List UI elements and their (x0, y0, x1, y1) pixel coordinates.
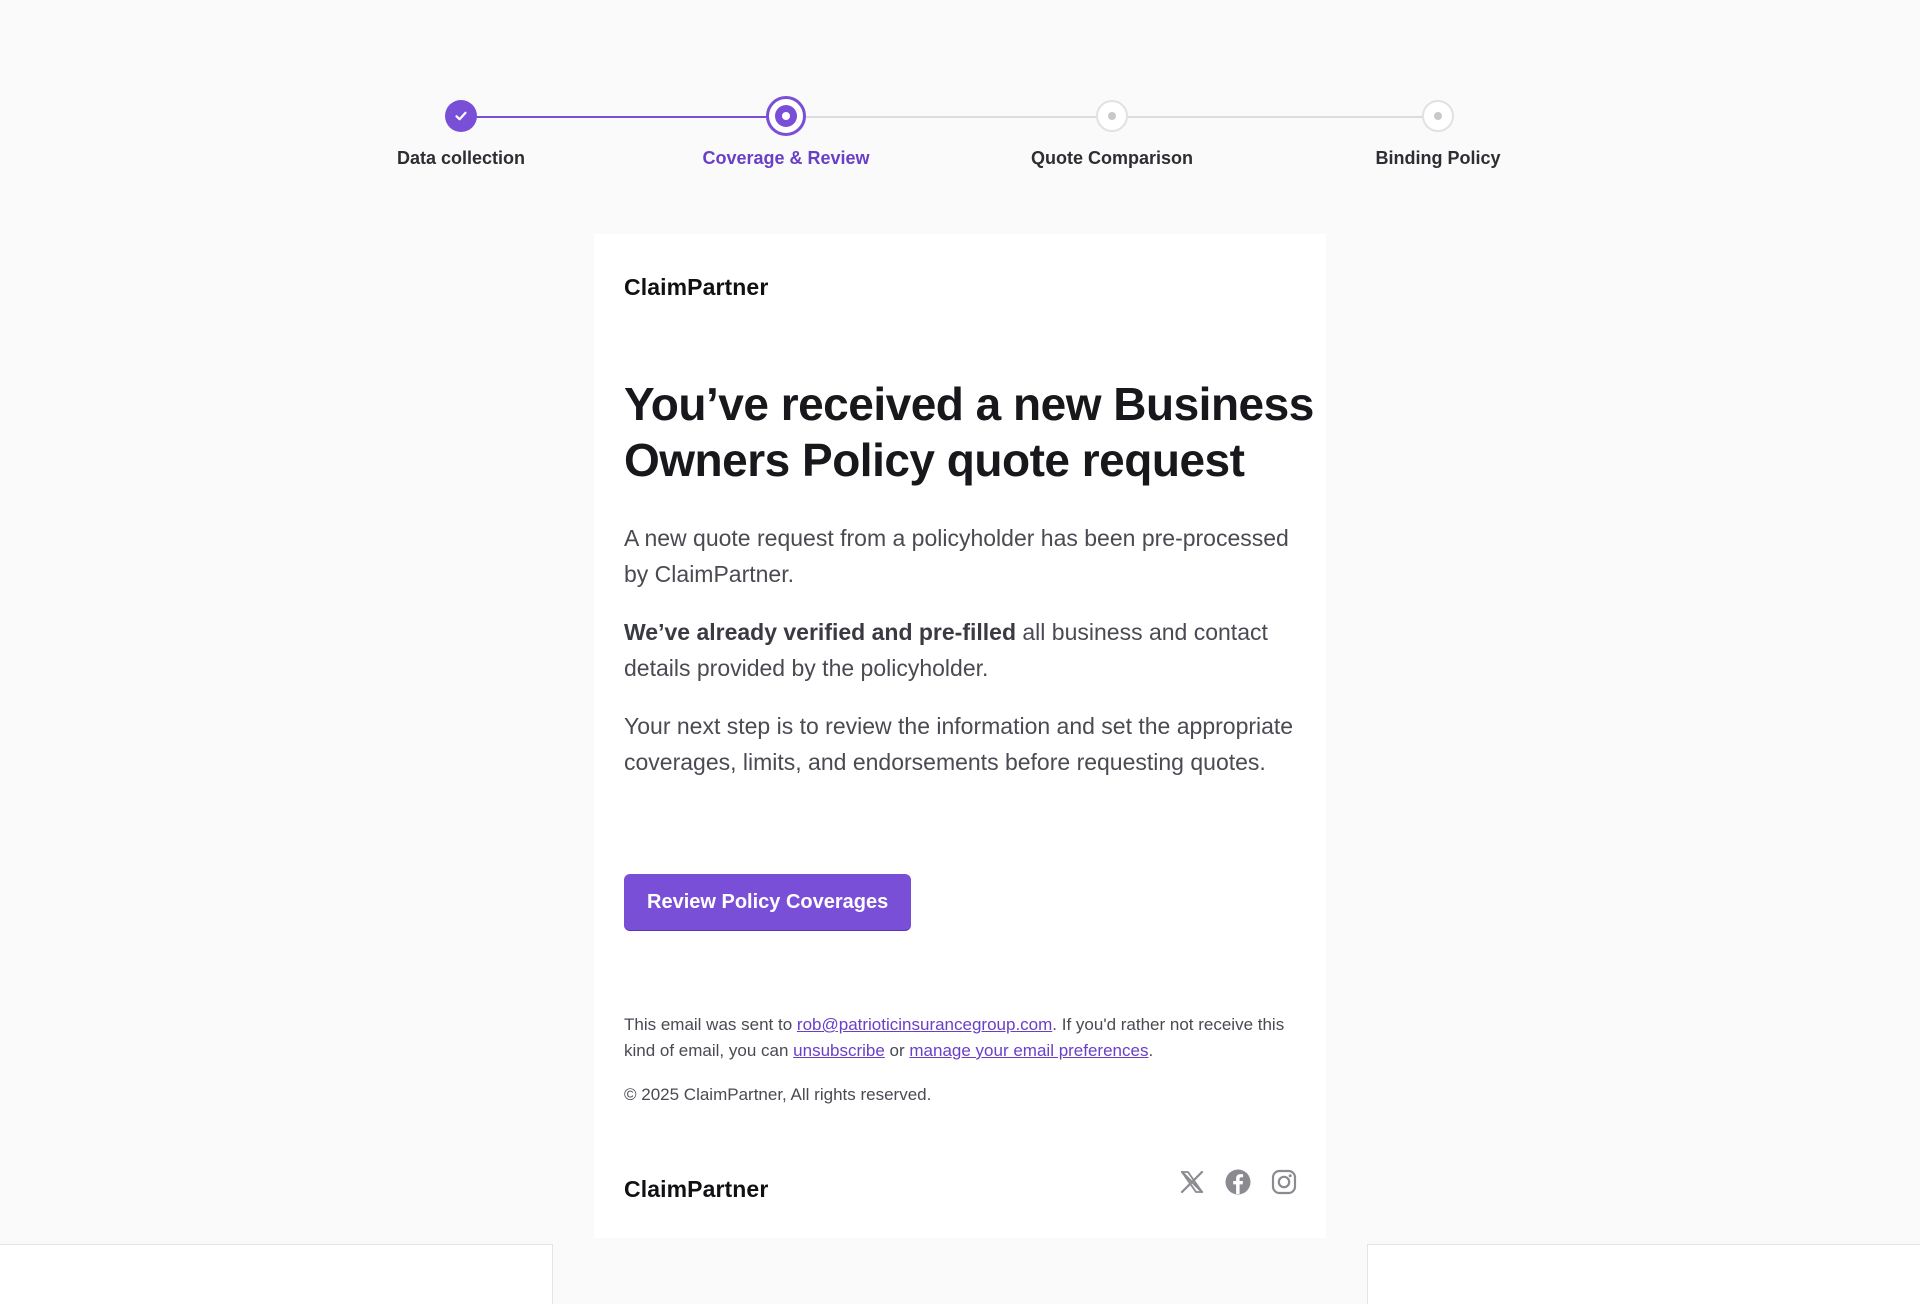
footer-text: This email was sent to (624, 1015, 797, 1034)
brand-logo: ClaimPartner (624, 274, 769, 300)
step-upcoming-indicator (1422, 100, 1454, 132)
email-headline: You’ve received a new Business Owners Po… (624, 378, 1314, 486)
email-paragraph: Your next step is to review the informat… (624, 713, 1294, 775)
email-preferences-link[interactable]: manage your email preferences (909, 1041, 1148, 1060)
step-quote-comparison[interactable]: Quote Comparison (982, 96, 1242, 169)
email-footer-notice: This email was sent to rob@patrioticinsu… (624, 1012, 1304, 1064)
copyright-text: © 2025 ClaimPartner, All rights reserved… (624, 1085, 932, 1104)
social-links (1178, 1168, 1298, 1196)
footer-text: . (1148, 1041, 1154, 1060)
facebook-icon[interactable] (1224, 1168, 1252, 1196)
unsubscribe-link[interactable]: unsubscribe (793, 1041, 885, 1060)
email-preview-card: ClaimPartner You’ve received a new Busin… (594, 234, 1326, 1238)
step-current-indicator (766, 96, 806, 136)
progress-stepper: Data collection Coverage & Review Quote … (0, 96, 1920, 186)
footer-text: or (884, 1041, 910, 1060)
step-label: Data collection (396, 148, 526, 168)
recipient-email-link[interactable]: rob@patrioticinsurancegroup.com (797, 1015, 1052, 1034)
step-coverage-review[interactable]: Coverage & Review (656, 96, 916, 169)
emphasis-text: We’ve already verified and pre-filled (624, 619, 1016, 645)
step-data-collection[interactable]: Data collection (331, 96, 591, 169)
step-binding-policy[interactable]: Binding Policy (1308, 96, 1568, 169)
adjacent-panel-left (0, 1244, 553, 1304)
step-upcoming-indicator (1096, 100, 1128, 132)
footer-brand-logo: ClaimPartner (624, 1176, 769, 1202)
step-label: Coverage & Review (702, 148, 870, 168)
review-policy-coverages-button[interactable]: Review Policy Coverages (624, 874, 912, 930)
adjacent-panel-right (1367, 1244, 1920, 1304)
instagram-icon[interactable] (1270, 1168, 1298, 1196)
step-label: Quote Comparison (1030, 148, 1193, 168)
email-paragraph: A new quote request from a policyholder … (624, 525, 1289, 587)
x-icon[interactable] (1178, 1168, 1206, 1196)
step-completed-indicator (445, 100, 477, 132)
email-paragraph: We’ve already verified and pre-filled al… (624, 614, 1294, 686)
step-label: Binding Policy (1375, 148, 1501, 168)
check-icon (455, 111, 467, 121)
